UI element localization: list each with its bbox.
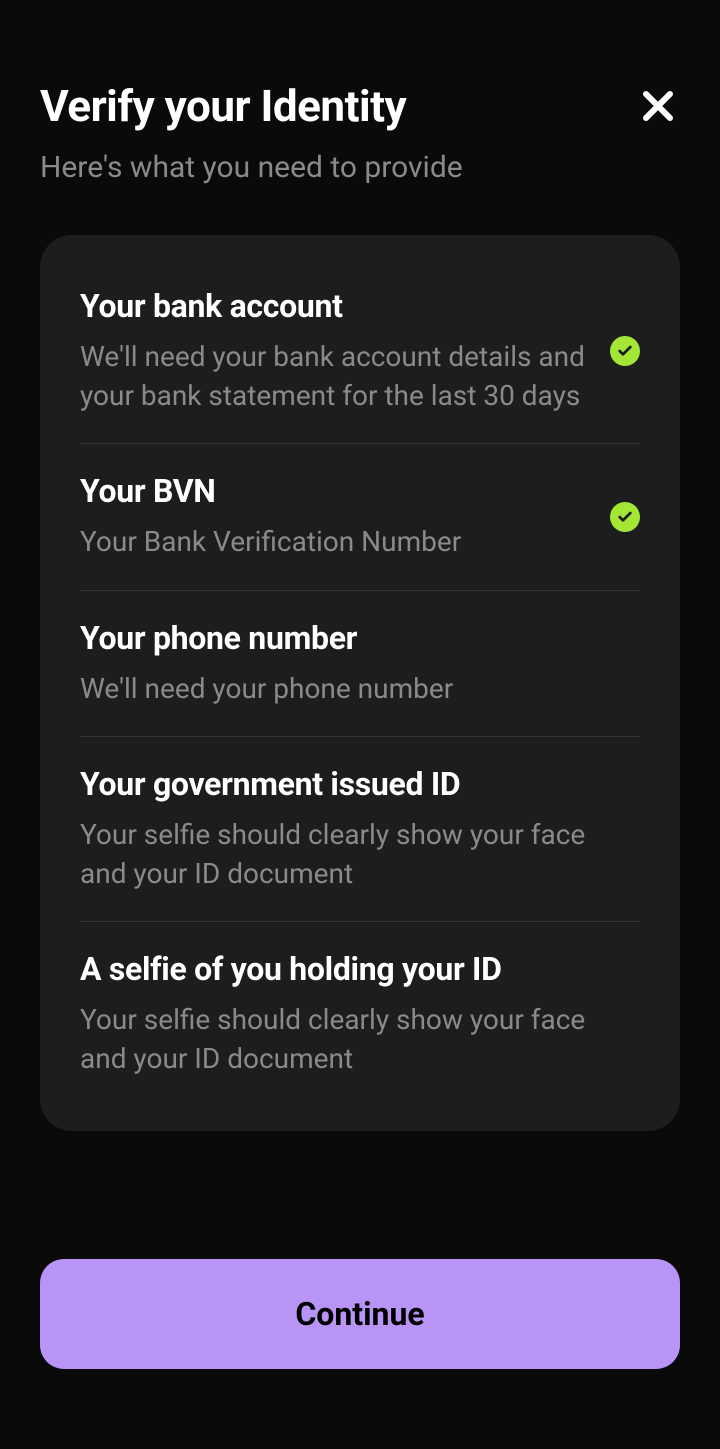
- completed-badge: [610, 336, 640, 366]
- close-icon: [640, 88, 676, 124]
- header-text-block: Verify your Identity Here's what you nee…: [40, 80, 636, 185]
- requirement-title: A selfie of you holding your ID: [80, 950, 620, 988]
- close-button[interactable]: [636, 84, 680, 132]
- requirement-content: Your BVN Your Bank Verification Number: [80, 472, 610, 561]
- requirements-card: Your bank account We'll need your bank a…: [40, 235, 680, 1131]
- requirement-description: We'll need your phone number: [80, 669, 620, 708]
- requirement-title: Your phone number: [80, 619, 620, 657]
- page-header: Verify your Identity Here's what you nee…: [40, 80, 680, 185]
- requirement-content: Your bank account We'll need your bank a…: [80, 287, 610, 415]
- requirement-description: Your selfie should clearly show your fac…: [80, 815, 620, 893]
- page-title: Verify your Identity: [40, 80, 636, 132]
- requirement-item-bank-account: Your bank account We'll need your bank a…: [80, 275, 640, 444]
- requirement-item-gov-id: Your government issued ID Your selfie sh…: [80, 737, 640, 922]
- requirement-item-bvn: Your BVN Your Bank Verification Number: [80, 444, 640, 590]
- requirement-content: Your phone number We'll need your phone …: [80, 619, 640, 708]
- requirement-description: Your selfie should clearly show your fac…: [80, 1000, 620, 1078]
- requirement-title: Your BVN: [80, 472, 590, 510]
- requirement-title: Your bank account: [80, 287, 590, 325]
- completed-badge: [610, 502, 640, 532]
- requirement-content: Your government issued ID Your selfie sh…: [80, 765, 640, 893]
- page-subtitle: Here's what you need to provide: [40, 150, 636, 185]
- requirement-item-phone: Your phone number We'll need your phone …: [80, 591, 640, 737]
- checkmark-icon: [617, 343, 633, 359]
- requirement-description: Your Bank Verification Number: [80, 522, 590, 561]
- requirement-item-selfie: A selfie of you holding your ID Your sel…: [80, 922, 640, 1090]
- requirement-content: A selfie of you holding your ID Your sel…: [80, 950, 640, 1078]
- checkmark-icon: [617, 509, 633, 525]
- continue-button[interactable]: Continue: [40, 1259, 680, 1369]
- requirement-title: Your government issued ID: [80, 765, 620, 803]
- requirement-description: We'll need your bank account details and…: [80, 337, 590, 415]
